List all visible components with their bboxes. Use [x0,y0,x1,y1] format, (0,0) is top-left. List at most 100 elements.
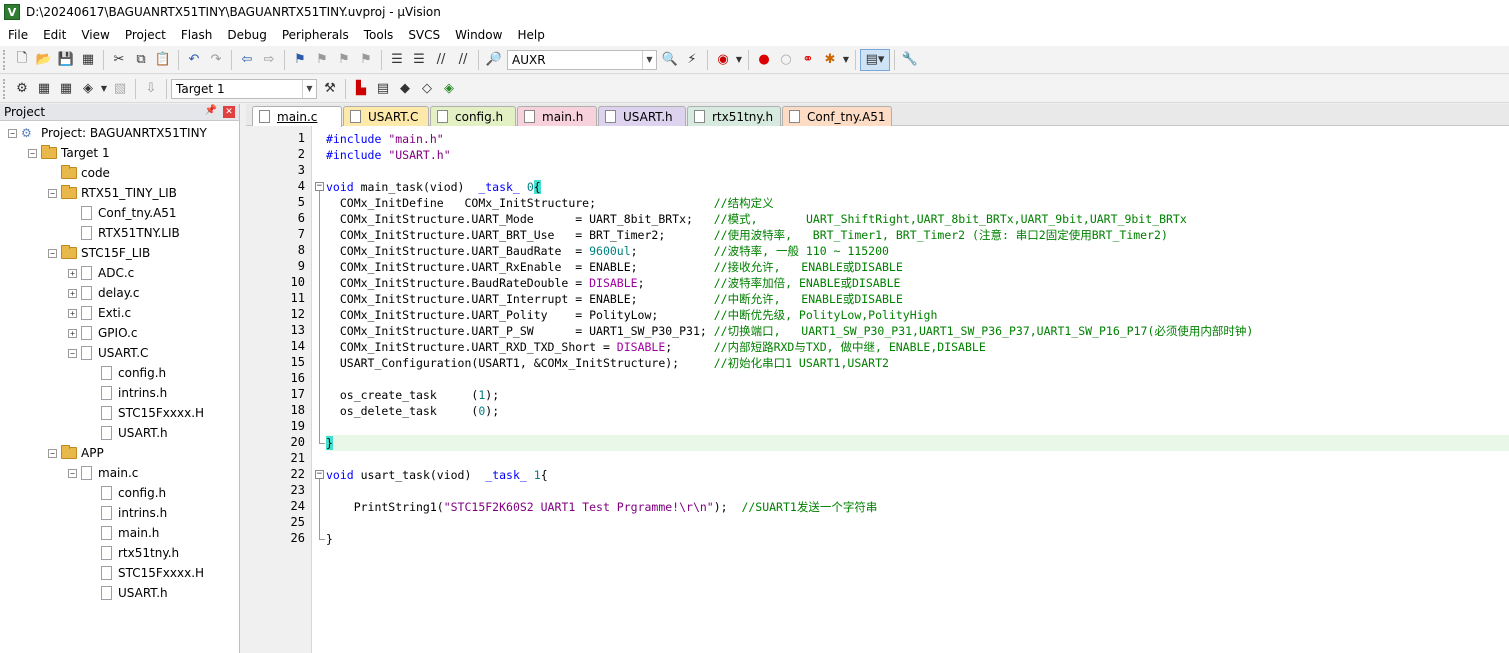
collapse-icon[interactable]: − [48,188,57,198]
new-file-icon[interactable]: 🗋 [11,49,33,71]
tree-item[interactable]: + Exti.c [68,303,131,323]
collapse-icon[interactable]: − [68,468,77,478]
code-line[interactable]: } [326,531,333,547]
collapse-icon[interactable]: − [48,448,57,458]
expand-icon[interactable]: + [68,268,77,278]
tab-usart-h[interactable]: USART.h [598,106,686,126]
menu-peripherals[interactable]: Peripherals [274,24,356,46]
menu-project[interactable]: Project [117,24,173,46]
code-line[interactable]: COMx_InitStructure.UART_RXD_TXD_Short = … [326,339,986,355]
toolbar-grip[interactable] [3,49,7,70]
code-editor[interactable]: #include "main.h" #include "USART.h" void … [326,126,1509,653]
code-line[interactable]: USART_Configuration(USART1, &COMx_InitSt… [326,355,889,371]
collapse-icon[interactable]: − [8,128,17,138]
menu-file[interactable]: File [0,24,35,46]
tree-item[interactable]: + GPIO.c [68,323,137,343]
stop-build-icon[interactable]: ▧ [109,78,131,100]
code-line[interactable]: COMx_InitStructure.UART_P_SW = UART1_SW_… [326,323,1253,339]
menu-flash[interactable]: Flash [173,24,219,46]
tab-usart-c[interactable]: USART.C [343,106,429,126]
tree-item[interactable]: STC15Fxxxx.H [88,563,204,583]
chevron-down-icon[interactable]: ▼ [99,78,109,100]
options-for-target-icon[interactable]: ⚒ [319,78,341,100]
open-file-icon[interactable]: 📂 [33,49,55,71]
tree-item[interactable]: STC15Fxxxx.H [88,403,204,423]
tree-item[interactable]: USART.h [88,583,168,603]
save-icon[interactable]: 💾 [55,49,77,71]
tree-item[interactable]: − APP [48,443,104,463]
tree-item[interactable]: main.h [88,523,159,543]
build-icon[interactable]: ▦ [33,78,55,100]
manage-project-items-icon[interactable]: ▙ [350,78,372,100]
next-bookmark-icon[interactable]: ⚑ [333,49,355,71]
code-line[interactable]: PrintString1("STC15F2K60S2 UART1 Test Pr… [326,499,878,515]
tree-item[interactable]: config.h [88,483,166,503]
menu-view[interactable]: View [73,24,116,46]
cut-icon[interactable]: ✂ [108,49,130,71]
expand-icon[interactable]: + [68,308,77,318]
code-line[interactable]: COMx_InitStructure.UART_RxEnable = ENABL… [326,259,903,275]
code-line[interactable]: } [326,435,1509,451]
previous-bookmark-icon[interactable]: ⚑ [311,49,333,71]
navigate-forward-icon[interactable]: ⇨ [258,49,280,71]
tab-rtx51tny-h[interactable]: rtx51tny.h [687,106,781,126]
chevron-down-icon[interactable]: ▼ [302,79,316,98]
fold-icon[interactable]: − [315,470,324,479]
expand-icon[interactable]: + [68,328,77,338]
chevron-down-icon[interactable]: ▼ [734,49,744,71]
tree-item[interactable]: intrins.h [88,383,167,403]
download-icon[interactable]: ⇩ [140,78,162,100]
menu-debug[interactable]: Debug [219,24,273,46]
tree-item[interactable]: Conf_tny.A51 [68,203,177,223]
tree-item[interactable]: config.h [88,363,166,383]
code-line[interactable]: COMx_InitStructure.UART_BaudRate = 9600u… [326,243,889,259]
navigate-back-icon[interactable]: ⇦ [236,49,258,71]
undo-icon[interactable]: ↶ [183,49,205,71]
target-select[interactable]: Target 1 ▼ [171,78,317,99]
collapse-icon[interactable]: − [68,348,77,358]
chevron-down-icon[interactable]: ▼ [841,49,851,71]
find-combo[interactable]: AUXR ▼ [507,49,657,70]
menu-tools[interactable]: Tools [356,24,401,46]
rebuild-icon[interactable]: ▦ [55,78,77,100]
fold-icon[interactable]: − [315,182,324,191]
disable-breakpoint-icon[interactable]: ○ [775,49,797,71]
menu-edit[interactable]: Edit [35,24,73,46]
manage-run-time-environment-icon[interactable]: ◆ [394,78,416,100]
code-line[interactable]: os_create_task (1); [326,387,499,403]
tree-item[interactable]: rtx51tny.h [88,543,179,563]
code-line[interactable]: #include "main.h" [326,131,444,147]
clear-bookmarks-icon[interactable]: ⚑ [355,49,377,71]
menu-window[interactable]: Window [447,24,509,46]
find-in-files-icon[interactable]: 🔎 [483,49,505,71]
find-icon[interactable]: 🔍 [659,49,681,71]
select-software-packs-icon[interactable]: ◇ [416,78,438,100]
code-line[interactable]: os_delete_task (0); [326,403,499,419]
comment-icon[interactable]: // [430,49,452,71]
copy-icon[interactable]: ⧉ [130,49,152,71]
copy-project-items-icon[interactable]: ▤ [372,78,394,100]
code-line[interactable]: COMx_InitStructure.UART_Polity = PolityL… [326,307,938,323]
close-icon[interactable]: ✕ [223,106,235,118]
code-line[interactable]: void main_task(viod) _task_ 0{ [326,179,541,195]
code-line[interactable]: COMx_InitStructure.UART_BRT_Use = BRT_Ti… [326,227,1168,243]
menu-svcs[interactable]: SVCS [400,24,447,46]
tree-item[interactable]: − main.c [68,463,138,483]
tab-conf-tny-a51[interactable]: Conf_tny.A51 [782,106,892,126]
collapse-icon[interactable]: − [28,148,37,158]
tree-item[interactable]: + delay.c [68,283,140,303]
indent-icon[interactable]: ☰ [386,49,408,71]
debug-session-icon[interactable]: ◉ [712,49,734,71]
tree-item[interactable]: − ⚙ Project: BAGUANRTX51TINY [8,123,207,143]
tree-item[interactable]: − STC15F_LIB [48,243,150,263]
batch-build-icon[interactable]: ◈ [77,78,99,100]
toolbar-grip[interactable] [3,78,7,99]
redo-icon[interactable]: ↷ [205,49,227,71]
insert-bookmark-icon[interactable]: ⚑ [289,49,311,71]
save-all-icon[interactable]: ▦ [77,49,99,71]
tree-item[interactable]: − RTX51_TINY_LIB [48,183,177,203]
menu-help[interactable]: Help [509,24,551,46]
code-line[interactable]: COMx_InitStructure.UART_Interrupt = ENAB… [326,291,903,307]
expand-icon[interactable]: + [68,288,77,298]
tab-main-c[interactable]: main.c [252,106,342,127]
